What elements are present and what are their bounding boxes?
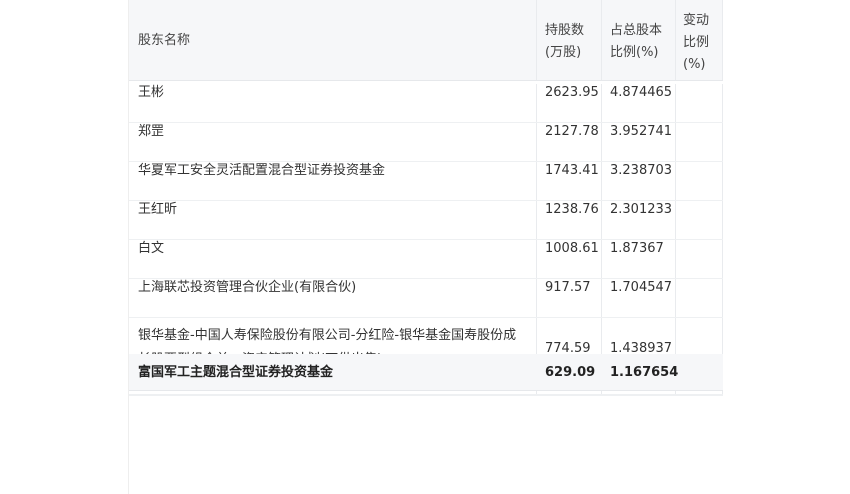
column-divider: [536, 84, 537, 122]
table-row: 上海联芯投资管理合伙企业(有限合伙) 917.57 1.704547: [129, 279, 723, 319]
column-divider: [675, 279, 676, 317]
cell-name: 王红昕: [138, 202, 178, 217]
table-row: 王彬 2623.95 4.874465: [129, 84, 723, 124]
table-row: 郑罡 2127.78 3.952741: [129, 123, 723, 163]
column-divider: [601, 123, 602, 161]
column-divider: [722, 201, 723, 239]
cell-holding: 1743.41: [545, 163, 599, 178]
cell-percent: 1.87367: [610, 241, 664, 256]
table-header: 股东名称 持股数(万股) 占总股本比例(%) 变动比例(%): [129, 0, 723, 81]
overlap-row-name: 富国军工主题混合型证券投资基金: [138, 365, 334, 380]
column-divider: [536, 123, 537, 161]
column-divider: [601, 279, 602, 317]
cell-percent: 1.704547: [610, 280, 673, 295]
cell-name: 白文: [138, 241, 165, 256]
column-divider: [601, 240, 602, 278]
column-divider: [675, 123, 676, 161]
cell-percent: 4.874465: [610, 85, 673, 100]
column-divider: [722, 84, 723, 122]
header-change: 变动比例(%): [683, 13, 710, 72]
cell-holding: 2127.78: [545, 124, 599, 139]
cell-holding: 1008.61: [545, 241, 599, 256]
column-divider: [536, 279, 537, 317]
overlap-row-percent: 1.167654: [610, 365, 679, 380]
cell-name: 华夏军工安全灵活配置混合型证券投资基金: [138, 163, 386, 178]
column-divider: [722, 162, 723, 200]
cell-name: 上海联芯投资管理合伙企业(有限合伙): [138, 280, 357, 295]
column-divider: [722, 123, 723, 161]
column-divider: [536, 0, 537, 80]
column-divider: [536, 201, 537, 239]
cell-percent: 3.238703: [610, 163, 673, 178]
cell-name: 王彬: [138, 85, 165, 100]
column-divider: [601, 84, 602, 122]
column-divider: [601, 162, 602, 200]
column-divider: [722, 0, 723, 80]
cell-holding: 2623.95: [545, 85, 599, 100]
column-divider: [675, 162, 676, 200]
cell-holding: 917.57: [545, 280, 591, 295]
column-divider: [675, 201, 676, 239]
overlap-row-holding: 629.09: [545, 365, 596, 380]
column-divider: [675, 0, 676, 80]
column-divider: [675, 84, 676, 122]
column-divider: [601, 0, 602, 80]
column-divider: [722, 279, 723, 317]
column-divider: [536, 240, 537, 278]
cell-name: 郑罡: [138, 124, 165, 139]
cell-holding: 1238.76: [545, 202, 599, 217]
column-divider: [675, 240, 676, 278]
table-row: 白文 1008.61 1.87367: [129, 240, 723, 280]
column-divider: [722, 240, 723, 278]
table-row: 王红昕 1238.76 2.301233: [129, 201, 723, 241]
cell-percent: 3.952741: [610, 124, 673, 139]
column-divider: [536, 162, 537, 200]
column-divider: [601, 201, 602, 239]
shareholder-table: 股东名称 持股数(万股) 占总股本比例(%) 变动比例(%) 王彬 2623.9…: [128, 0, 723, 494]
cell-percent: 2.301233: [610, 202, 673, 217]
overlapping-row-band: 富国军工主题混合型证券投资基金 629.09 1.167654: [129, 354, 723, 391]
table-row: 华夏军工安全灵活配置混合型证券投资基金 1743.41 3.238703: [129, 162, 723, 202]
